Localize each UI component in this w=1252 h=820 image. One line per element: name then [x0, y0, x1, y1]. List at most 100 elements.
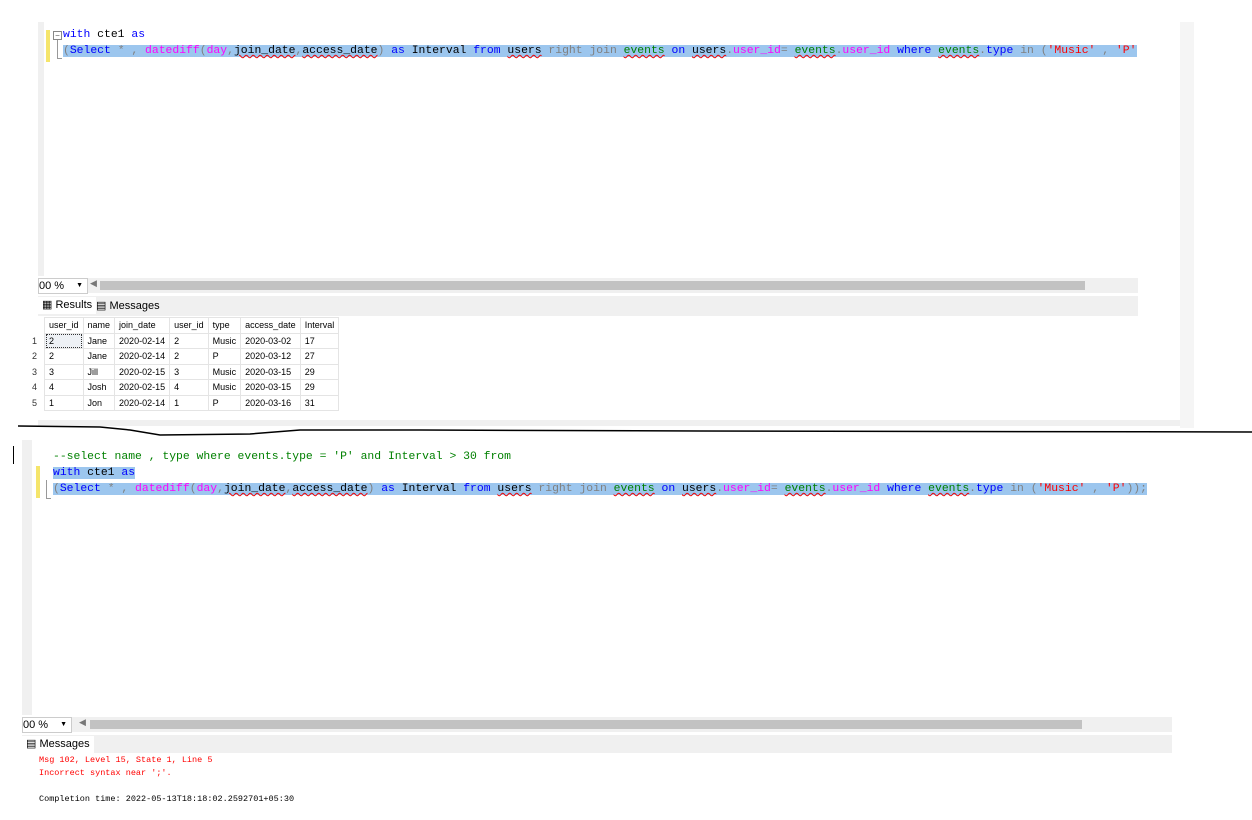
code-line[interactable]: with cte1 as: [53, 465, 1172, 481]
grid-cell[interactable]: 2020-03-15: [240, 363, 301, 380]
code-token: type: [986, 45, 1014, 57]
grid-cell[interactable]: 1: [169, 394, 209, 411]
grid-cell[interactable]: 2020-02-15: [114, 379, 171, 396]
code-line[interactable]: --select name , type where events.type =…: [53, 449, 1172, 465]
grid-cell[interactable]: 17: [299, 332, 340, 349]
grid-cell[interactable]: 2020-03-12: [240, 348, 301, 365]
grid-icon: ▦: [42, 299, 56, 311]
code-token: where: [887, 483, 922, 495]
tab-messages[interactable]: ▤ Messages: [92, 298, 164, 315]
column-header[interactable]: Interval: [299, 317, 340, 334]
grid-cell[interactable]: Jon: [82, 394, 116, 411]
grid-cell[interactable]: 2020-03-15: [240, 379, 301, 396]
column-header[interactable]: type: [207, 317, 242, 334]
zoom-select[interactable]: 00 % ▼: [38, 278, 88, 294]
grid-cell[interactable]: Jane: [82, 348, 116, 365]
column-header[interactable]: access_date: [240, 317, 301, 334]
bottom-sql-editor[interactable]: --select name , type where events.type =…: [53, 449, 1172, 497]
code-line[interactable]: with cte1 as: [63, 27, 1137, 43]
code-token: as: [121, 467, 136, 479]
grid-cell[interactable]: 31: [299, 394, 340, 411]
table-row[interactable]: 5 1 Jon 2020-02-14 1 P 2020-03-16 31: [28, 394, 340, 411]
column-header[interactable]: join_date: [114, 317, 171, 334]
table-row[interactable]: 1 2 Jane 2020-02-14 2 Music 2020-03-02 17: [28, 332, 340, 349]
code-token: Interval: [404, 45, 474, 57]
grid-cell[interactable]: 2020-02-14: [114, 348, 171, 365]
grid-cell[interactable]: 3: [169, 363, 209, 380]
grid-cell[interactable]: Josh: [82, 379, 116, 396]
error-message: Msg 102, Level 15, State 1, Line 5: [39, 755, 213, 765]
horizontal-scrollbar[interactable]: [90, 720, 1082, 729]
messages-icon: ▤: [96, 300, 110, 312]
grid-cell[interactable]: 2: [169, 332, 209, 349]
grid-cell[interactable]: 2020-02-14: [114, 332, 171, 349]
chevron-down-icon: ▼: [60, 721, 67, 728]
code-token: join_date: [223, 483, 286, 495]
tab-messages[interactable]: ▤ Messages: [22, 736, 94, 753]
code-token: events: [784, 483, 826, 495]
scroll-left-icon[interactable]: ◀: [79, 717, 86, 728]
code-token: 'Music': [1037, 483, 1086, 495]
grid-cell[interactable]: 2020-02-15: [114, 363, 171, 380]
grid-cell[interactable]: Music: [207, 332, 242, 349]
code-token: from: [463, 483, 491, 495]
code-token: ));: [1126, 483, 1147, 495]
code-token: ): [377, 45, 392, 57]
results-grid[interactable]: user_id name join_date user_id type access_da…: [28, 317, 340, 411]
grid-cell[interactable]: 29: [299, 363, 340, 380]
grid-cell[interactable]: 2020-03-16: [240, 394, 301, 411]
code-token: events: [623, 45, 665, 57]
tab-results[interactable]: ▦ Results: [38, 297, 97, 314]
code-token: cte1: [80, 467, 122, 479]
code-token: (: [53, 483, 60, 495]
code-token: user_id: [723, 483, 771, 495]
grid-cell[interactable]: 4: [169, 379, 209, 396]
grid-cell[interactable]: Music: [207, 379, 242, 396]
row-number[interactable]: 1: [28, 333, 45, 349]
grid-cell[interactable]: P: [207, 394, 242, 411]
scroll-left-icon[interactable]: ◀: [90, 278, 97, 289]
code-token: events: [794, 45, 836, 57]
code-token: day: [196, 483, 218, 495]
top-sql-editor[interactable]: with cte1 as (Select * , datediff(day,joi…: [63, 27, 1137, 59]
grid-cell[interactable]: 2: [169, 348, 209, 365]
code-line[interactable]: (Select * , datediff(day,join_date,acces…: [63, 43, 1137, 59]
grid-cell[interactable]: 2: [44, 348, 84, 365]
horizontal-scrollbar[interactable]: [100, 281, 1085, 290]
zoom-select[interactable]: 00 % ▼: [22, 717, 72, 733]
column-header[interactable]: name: [82, 317, 116, 334]
code-token: =: [770, 483, 785, 495]
grid-cell[interactable]: 2: [44, 332, 84, 349]
grid-cell[interactable]: 1: [44, 394, 84, 411]
table-row[interactable]: 2 2 Jane 2020-02-14 2 P 2020-03-12 27: [28, 348, 340, 365]
row-number[interactable]: 5: [28, 395, 45, 411]
code-token: ): [367, 483, 382, 495]
table-row[interactable]: 4 4 Josh 2020-02-15 4 Music 2020-03-15 29: [28, 379, 340, 396]
grid-cell[interactable]: 2020-03-02: [240, 332, 301, 349]
row-number[interactable]: 4: [28, 380, 45, 396]
separator-line: [17, 425, 1252, 436]
code-token: 'P': [1115, 45, 1137, 57]
grid-cell[interactable]: 2020-02-14: [114, 394, 171, 411]
code-line[interactable]: (Select * , datediff(day,join_date,acces…: [53, 481, 1172, 497]
editor-gutter: [22, 440, 32, 715]
row-header-corner: [28, 318, 45, 334]
grid-cell[interactable]: 29: [299, 379, 340, 396]
collapse-icon[interactable]: −: [53, 31, 62, 40]
chevron-down-icon: ▼: [76, 282, 83, 289]
grid-cell[interactable]: Jill: [82, 363, 116, 380]
grid-cell[interactable]: Music: [207, 363, 242, 380]
change-marker: [36, 466, 40, 498]
row-number[interactable]: 3: [28, 364, 45, 380]
column-header[interactable]: user_id: [169, 317, 209, 334]
grid-cell[interactable]: 3: [44, 363, 84, 380]
grid-cell[interactable]: P: [207, 348, 242, 365]
grid-cell[interactable]: 27: [299, 348, 340, 365]
column-header[interactable]: user_id: [44, 317, 84, 334]
row-number[interactable]: 2: [28, 349, 45, 365]
grid-cell[interactable]: Jane: [82, 332, 116, 349]
table-row[interactable]: 3 3 Jill 2020-02-15 3 Music 2020-03-15 29: [28, 363, 340, 380]
grid-cell[interactable]: 4: [44, 379, 84, 396]
code-token: users: [507, 45, 542, 57]
